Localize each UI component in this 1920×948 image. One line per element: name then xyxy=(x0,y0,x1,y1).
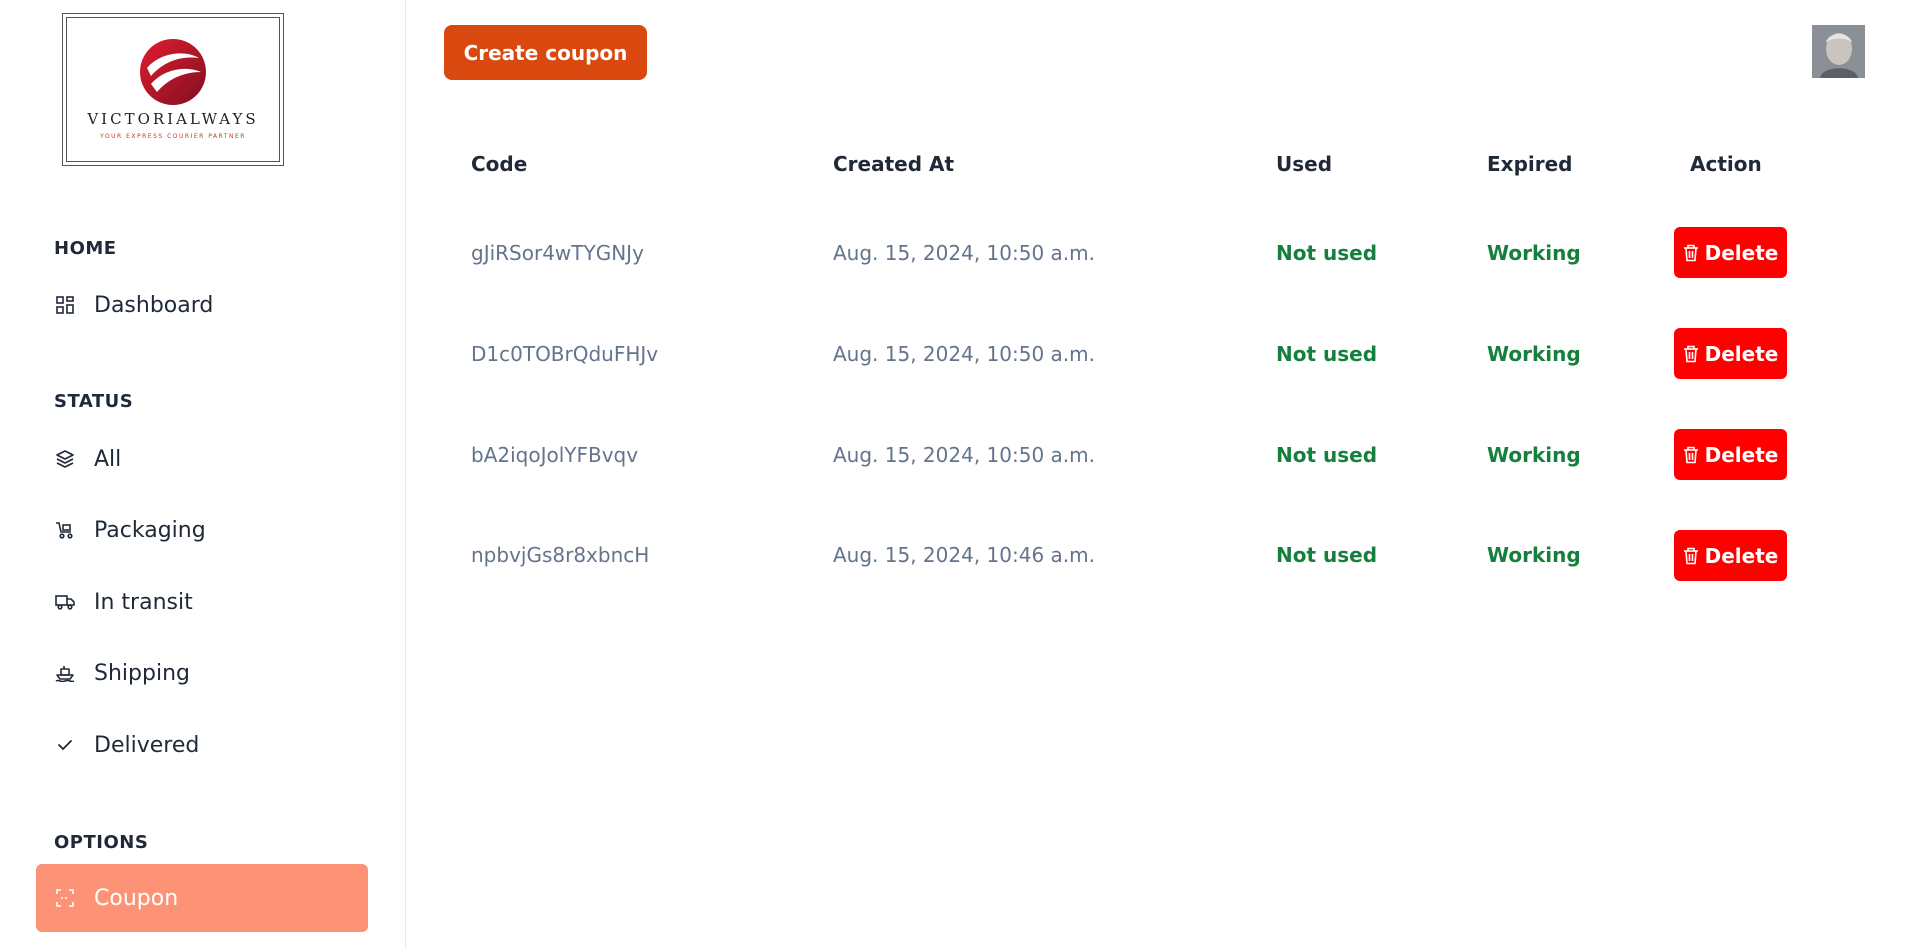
sidebar-item-coupon[interactable]: Coupon xyxy=(36,864,368,932)
sidebar-item-label: Dashboard xyxy=(94,292,214,318)
sidebar-item-label: Delivered xyxy=(94,732,200,758)
delete-label: Delete xyxy=(1704,442,1779,467)
expired-status: Working xyxy=(1487,543,1581,567)
column-header-used: Used xyxy=(1276,152,1333,176)
expired-status: Working xyxy=(1487,342,1581,366)
delete-label: Delete xyxy=(1704,543,1779,568)
expired-status: Working xyxy=(1487,241,1581,265)
trash-icon xyxy=(1683,244,1698,261)
sidebar: VICTORIALWAYS YOUR EXPRESS COURIER PARTN… xyxy=(0,0,406,948)
avatar[interactable] xyxy=(1812,25,1865,78)
coupon-code: D1c0TOBrQduFHJv xyxy=(471,342,659,366)
delete-label: Delete xyxy=(1704,240,1779,265)
column-header-code: Code xyxy=(471,152,528,176)
created-at: Aug. 15, 2024, 10:50 a.m. xyxy=(833,241,1095,265)
created-at: Aug. 15, 2024, 10:50 a.m. xyxy=(833,443,1095,467)
sidebar-item-label: Coupon xyxy=(94,885,179,911)
sidebar-item-label: In transit xyxy=(94,589,193,615)
cart-icon xyxy=(54,519,76,541)
sidebar-item-delivered[interactable]: Delivered xyxy=(36,712,368,778)
delete-button[interactable]: Delete xyxy=(1674,328,1787,379)
coupon-icon xyxy=(54,887,76,909)
coupon-code: gJiRSor4wTYGNJy xyxy=(471,241,644,265)
sidebar-item-label: All xyxy=(94,446,122,472)
expired-status: Working xyxy=(1487,443,1581,467)
sidebar-item-label: Shipping xyxy=(94,660,190,686)
layers-icon xyxy=(54,448,76,470)
trash-icon xyxy=(1683,446,1698,463)
column-header-expired: Expired xyxy=(1487,152,1573,176)
delete-label: Delete xyxy=(1704,341,1779,366)
created-at: Aug. 15, 2024, 10:46 a.m. xyxy=(833,543,1095,567)
trash-icon xyxy=(1683,345,1698,362)
nav-heading-home: HOME xyxy=(54,238,117,259)
check-icon xyxy=(54,734,76,756)
coupon-code: bA2iqoJolYFBvqv xyxy=(471,443,639,467)
used-status: Not used xyxy=(1276,543,1378,567)
create-coupon-button[interactable]: Create coupon xyxy=(444,25,647,80)
sidebar-item-dashboard[interactable]: Dashboard xyxy=(36,272,368,338)
used-status: Not used xyxy=(1276,342,1378,366)
sidebar-item-in-transit[interactable]: In transit xyxy=(36,569,368,635)
ship-icon xyxy=(54,662,76,684)
used-status: Not used xyxy=(1276,443,1378,467)
used-status: Not used xyxy=(1276,241,1378,265)
created-at: Aug. 15, 2024, 10:50 a.m. xyxy=(833,342,1095,366)
sidebar-item-shipping[interactable]: Shipping xyxy=(36,640,368,706)
coupon-code: npbvjGs8r8xbncH xyxy=(471,543,650,567)
dashboard-icon xyxy=(54,294,76,316)
truck-icon xyxy=(54,591,76,613)
logo-name: VICTORIALWAYS xyxy=(87,110,259,128)
trash-icon xyxy=(1683,547,1698,564)
column-header-action: Action xyxy=(1690,152,1762,176)
logo-globe-icon xyxy=(140,39,206,105)
nav-heading-options: OPTIONS xyxy=(54,832,149,853)
delete-button[interactable]: Delete xyxy=(1674,227,1787,278)
delete-button[interactable]: Delete xyxy=(1674,429,1787,480)
sidebar-item-packaging[interactable]: Packaging xyxy=(36,497,368,563)
sidebar-item-label: Packaging xyxy=(94,517,206,543)
logo-tagline: YOUR EXPRESS COURIER PARTNER xyxy=(100,133,246,140)
delete-button[interactable]: Delete xyxy=(1674,530,1787,581)
nav-heading-status: STATUS xyxy=(54,391,134,412)
user-avatar-icon xyxy=(1812,25,1865,78)
sidebar-item-all[interactable]: All xyxy=(36,426,368,492)
column-header-created-at: Created At xyxy=(833,152,955,176)
brand-logo[interactable]: VICTORIALWAYS YOUR EXPRESS COURIER PARTN… xyxy=(62,13,284,166)
